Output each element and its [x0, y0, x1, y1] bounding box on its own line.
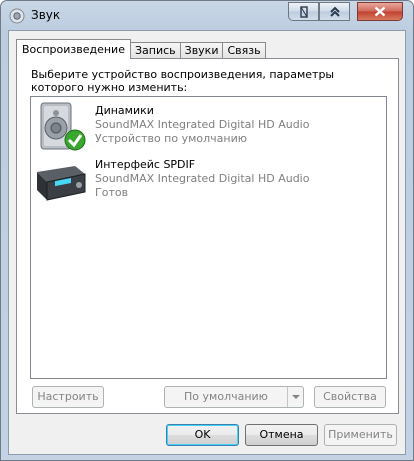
device-item-spdif[interactable]: Интерфейс SPDIF SoundMAX Integrated Digi… [31, 152, 386, 204]
close-icon [374, 6, 386, 17]
device-driver: SoundMAX Integrated Digital HD Audio [95, 118, 310, 131]
instruction-text: Выберите устройство воспроизведения, пар… [31, 68, 335, 94]
dialog-client-area: Воспроизведение Запись Звуки Связь Выбер… [8, 30, 406, 455]
help-button[interactable] [288, 2, 319, 21]
device-name: Динамики [95, 104, 154, 117]
device-driver: SoundMAX Integrated Digital HD Audio [95, 172, 310, 185]
set-default-label: По умолчанию [184, 390, 268, 403]
chevron-up-icon [329, 6, 340, 17]
tab-recording[interactable]: Запись [129, 42, 181, 59]
apply-button[interactable]: Применить [324, 424, 397, 446]
tab-sounds[interactable]: Звуки [179, 42, 224, 59]
close-button[interactable] [357, 2, 403, 21]
dropdown-arrow-icon [292, 395, 300, 399]
device-name: Интерфейс SPDIF [95, 158, 196, 171]
device-status: Устройство по умолчанию [95, 132, 248, 145]
split-dropdown[interactable] [287, 387, 303, 407]
speaker-icon [40, 102, 86, 151]
title-bar[interactable]: Звук [1, 1, 413, 29]
sound-dialog-window: Звук Воспроизведение Запись Звуки Связь … [0, 0, 414, 461]
properties-button[interactable]: Свойства [314, 386, 386, 408]
tab-strip: Воспроизведение Запись Звуки Связь [16, 39, 266, 59]
rollup-button[interactable] [319, 2, 350, 21]
tab-communications[interactable]: Связь [222, 42, 266, 59]
device-list[interactable]: Динамики SoundMAX Integrated Digital HD … [30, 96, 387, 379]
help-icon [299, 5, 308, 18]
spdif-receiver-icon [37, 166, 86, 201]
configure-button[interactable]: Настроить [32, 386, 104, 408]
sound-app-icon [9, 8, 25, 24]
window-title: Звук [31, 8, 61, 22]
device-status: Готов [95, 186, 129, 199]
tab-playback[interactable]: Воспроизведение [16, 39, 131, 59]
cancel-button[interactable]: Отмена [245, 424, 318, 446]
set-default-split-button[interactable]: По умолчанию [164, 386, 304, 408]
device-item-speakers[interactable]: Динамики SoundMAX Integrated Digital HD … [31, 98, 386, 151]
ok-button[interactable]: OK [166, 424, 239, 446]
playback-panel: Выберите устройство воспроизведения, пар… [16, 58, 399, 414]
